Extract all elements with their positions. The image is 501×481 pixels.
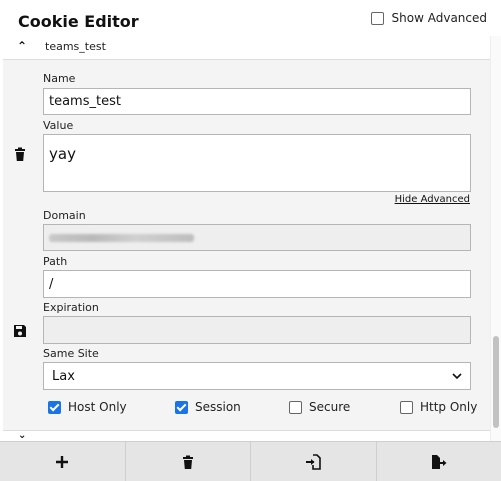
host-only-checkbox[interactable] xyxy=(48,400,61,414)
domain-input[interactable] xyxy=(43,224,471,251)
http-only-checkbox[interactable] xyxy=(400,400,413,414)
same-site-label: Same Site xyxy=(43,347,99,360)
trash-icon[interactable] xyxy=(12,146,28,162)
next-cookie-header[interactable]: ⌄ xyxy=(3,430,490,441)
session-option[interactable]: Session xyxy=(175,400,241,414)
host-only-option[interactable]: Host Only xyxy=(48,400,127,414)
same-site-select[interactable]: Lax xyxy=(43,362,471,390)
http-only-label: Http Only xyxy=(420,400,478,414)
secure-option[interactable]: Secure xyxy=(289,400,350,414)
cookie-header[interactable]: ⌃ teams_test xyxy=(3,36,490,60)
footer-toolbar xyxy=(0,441,501,481)
delete-all-button[interactable] xyxy=(126,442,251,481)
app-title: Cookie Editor xyxy=(18,12,139,31)
cookie-name-heading: teams_test xyxy=(45,40,106,53)
path-input[interactable]: / xyxy=(43,270,471,298)
scrollbar-thumb[interactable] xyxy=(493,336,499,428)
delete-all-icon xyxy=(182,455,193,469)
http-only-option[interactable]: Http Only xyxy=(400,400,477,414)
session-checkbox[interactable] xyxy=(175,400,188,414)
scrollbar[interactable] xyxy=(490,36,501,441)
show-advanced-toggle[interactable]: Show Advanced xyxy=(370,11,487,25)
show-advanced-label: Show Advanced xyxy=(391,11,487,25)
chevron-down-icon[interactable]: ⌄ xyxy=(18,431,26,441)
hide-advanced-link[interactable]: Hide Advanced xyxy=(395,194,470,205)
add-cookie-button[interactable] xyxy=(0,442,126,481)
secure-checkbox[interactable] xyxy=(289,400,302,414)
save-icon[interactable] xyxy=(12,323,28,339)
add-icon xyxy=(56,455,69,468)
host-only-label: Host Only xyxy=(68,400,127,414)
same-site-value: Lax xyxy=(52,368,75,384)
header: Cookie Editor Show Advanced xyxy=(0,0,501,36)
secure-label: Secure xyxy=(309,400,351,414)
show-advanced-checkbox[interactable] xyxy=(370,11,384,25)
path-label: Path xyxy=(43,255,68,268)
value-label: Value xyxy=(43,119,74,132)
export-icon xyxy=(431,454,447,469)
expiration-label: Expiration xyxy=(43,301,99,314)
import-button[interactable] xyxy=(251,442,377,481)
name-label: Name xyxy=(43,72,76,85)
name-input[interactable]: teams_test xyxy=(43,88,471,115)
session-label: Session xyxy=(195,400,241,414)
value-input[interactable]: yay xyxy=(43,134,471,192)
expiration-input[interactable] xyxy=(43,316,471,344)
domain-label: Domain xyxy=(43,209,86,222)
import-icon xyxy=(306,453,322,470)
domain-value-blurred xyxy=(49,233,194,242)
chevron-up-icon[interactable]: ⌃ xyxy=(17,39,27,53)
cookie-list: ⌃ teams_test Name teams_test Value yay H… xyxy=(3,36,490,441)
chevron-down-icon xyxy=(452,373,462,380)
export-button[interactable] xyxy=(377,442,501,481)
